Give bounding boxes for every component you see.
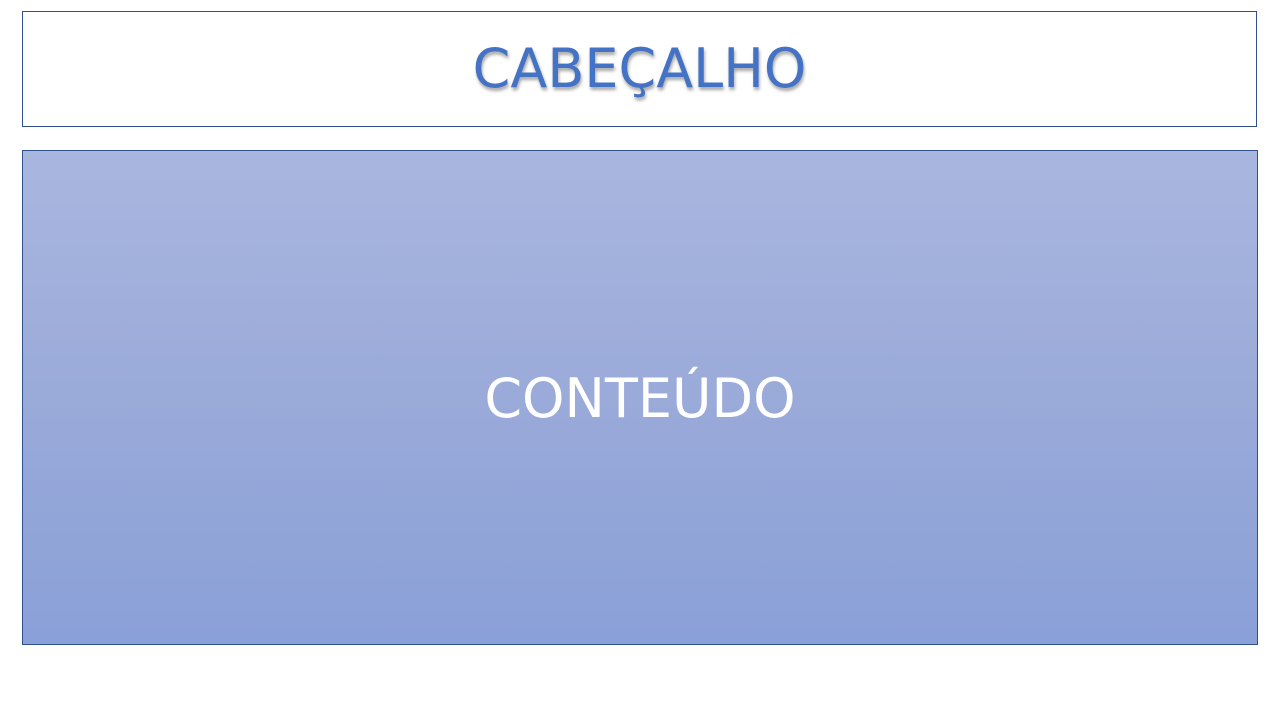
header-box: CABEÇALHO <box>22 11 1257 127</box>
content-box: CONTEÚDO <box>22 150 1258 645</box>
header-label: CABEÇALHO <box>472 37 807 100</box>
content-label: CONTEÚDO <box>484 366 796 430</box>
